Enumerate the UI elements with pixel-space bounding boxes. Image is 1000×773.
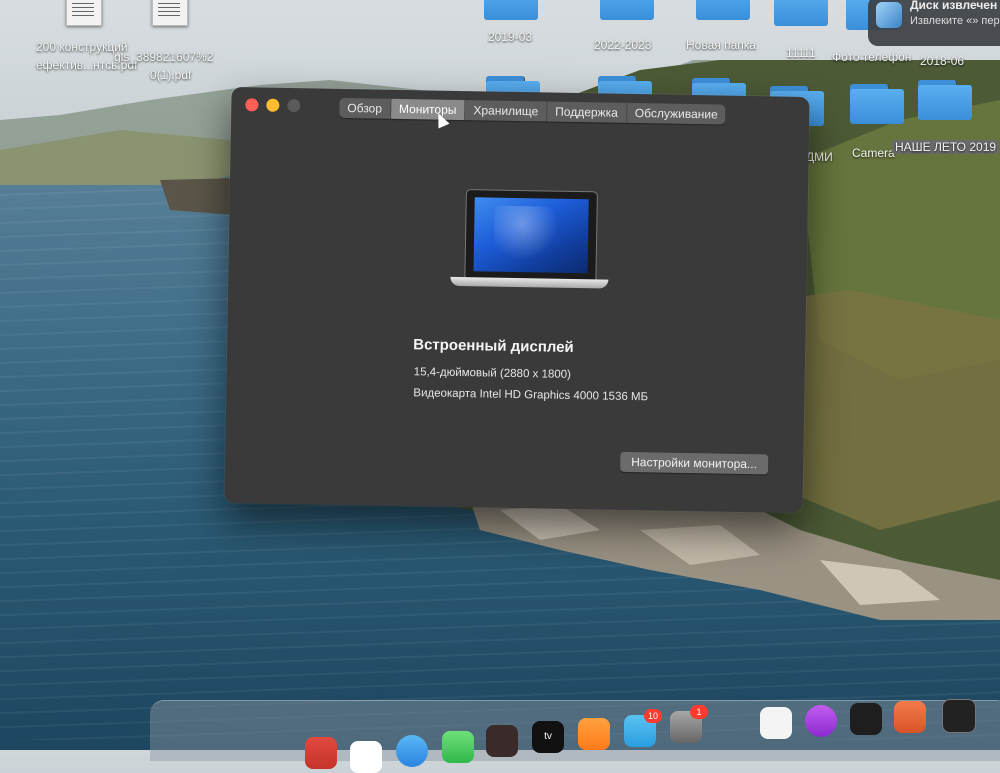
folder-label[interactable]: 2022-2023 — [594, 38, 651, 52]
figma-icon[interactable] — [850, 703, 882, 735]
about-this-mac-window: Обзор Мониторы Хранилище Поддержка Обслу… — [224, 86, 810, 514]
tab-storage[interactable]: Хранилище — [465, 100, 548, 122]
graphics-info: Видеокарта Intel HD Graphics 4000 1536 М… — [413, 387, 649, 404]
podcasts-icon[interactable] — [805, 705, 837, 737]
tab-overview[interactable]: Обзор — [339, 97, 392, 119]
apple-tv-label: tv — [544, 731, 552, 742]
folder-icon[interactable] — [918, 80, 972, 120]
folder-label[interactable]: ДМИ — [806, 150, 833, 164]
macbook-display-icon — [450, 189, 612, 296]
display-preferences-button[interactable]: Настройки монитора... — [620, 451, 769, 475]
display-name: Встроенный дисплей — [413, 336, 574, 356]
finder-icon — [876, 2, 902, 28]
display-size: 15,4-дюймовый (2880 x 1800) — [413, 366, 572, 381]
folder-icon[interactable] — [696, 0, 750, 20]
desktop-file-label[interactable]: 0(1).pdf — [150, 68, 191, 82]
document-icon[interactable] — [66, 0, 102, 26]
document-icon[interactable] — [152, 0, 188, 26]
minimize-button[interactable] — [266, 98, 280, 112]
tab-displays[interactable]: Мониторы — [390, 98, 466, 121]
notification-title: Диск извлечен не — [910, 0, 1000, 12]
disk-eject-notification[interactable]: Диск извлечен не Извлеките «» перед — [868, 0, 1000, 46]
textedit-icon[interactable] — [760, 707, 792, 739]
selected-folder-label[interactable]: НАШЕ ЛЕТО 2019 — [892, 140, 1000, 154]
close-button[interactable] — [245, 98, 259, 112]
folder-label[interactable]: Новая папка — [686, 38, 756, 52]
books-icon[interactable] — [578, 718, 610, 750]
folder-icon[interactable] — [774, 0, 828, 26]
safari-icon[interactable] — [396, 735, 428, 767]
migration-assistant-icon[interactable] — [894, 701, 926, 733]
system-preferences-icon[interactable]: 1 — [670, 705, 708, 743]
folder-label[interactable]: Фото телефон — [832, 50, 911, 64]
notification-body: Извлеките «» перед — [910, 15, 1000, 27]
photo-booth-icon[interactable] — [486, 725, 518, 757]
folder-icon[interactable] — [484, 0, 538, 20]
folder-icon[interactable] — [850, 84, 904, 124]
folder-icon[interactable] — [600, 0, 654, 20]
zoom-button-disabled — [287, 98, 301, 113]
apple-tv-icon[interactable]: tv — [532, 721, 564, 753]
telegram-icon[interactable]: 10 — [624, 709, 662, 747]
folder-label[interactable]: 11111 — [786, 46, 816, 60]
telegram-badge: 10 — [644, 709, 662, 723]
folder-label[interactable]: 2018-06 — [920, 54, 964, 68]
photos-icon[interactable] — [350, 741, 382, 773]
tab-bar: Обзор Мониторы Хранилище Поддержка Обслу… — [339, 97, 726, 125]
system-preferences-badge: 1 — [690, 705, 708, 719]
terminal-icon[interactable] — [942, 699, 976, 733]
desktop-file-label[interactable]: gls_389821607%2 — [114, 50, 213, 64]
facetime-icon[interactable] — [442, 731, 474, 763]
folder-label[interactable]: Camera — [852, 146, 895, 160]
dock-app-icon[interactable] — [305, 737, 337, 769]
dock: tv 10 1 — [150, 699, 1000, 773]
tab-service[interactable]: Обслуживание — [627, 103, 726, 125]
tab-support[interactable]: Поддержка — [547, 101, 628, 123]
folder-label[interactable]: 2019-03 — [488, 30, 532, 44]
